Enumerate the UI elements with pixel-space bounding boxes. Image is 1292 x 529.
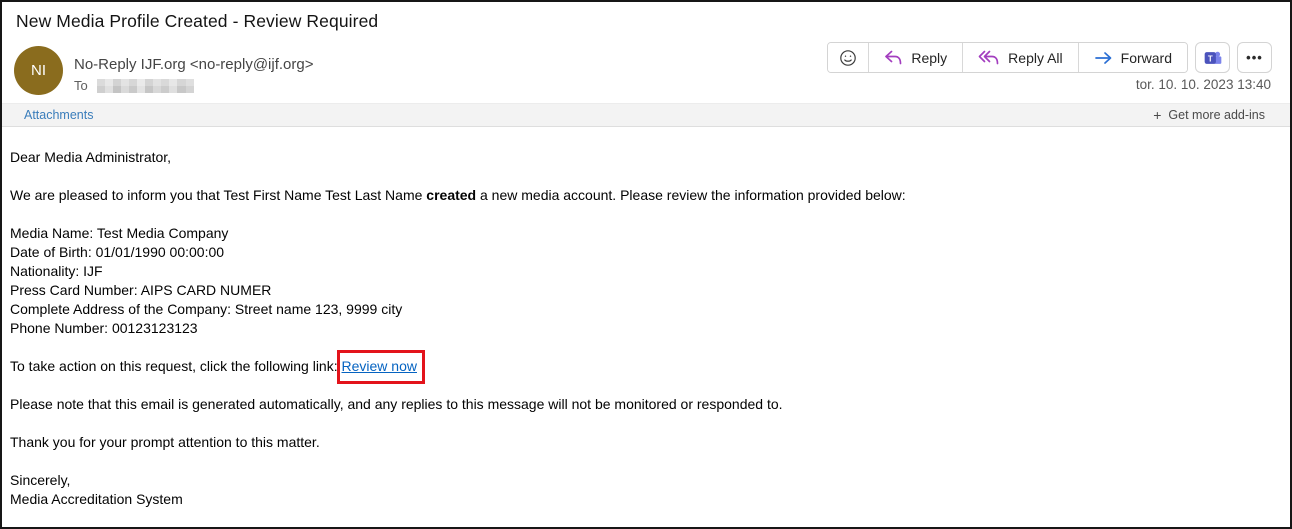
message-body: Dear Media Administrator, We are pleased…: [10, 148, 1270, 509]
detail-press-card: Press Card Number: AIPS CARD NUMER: [10, 281, 1270, 300]
teams-icon: T: [1203, 48, 1223, 68]
attachments-link[interactable]: Attachments: [24, 108, 93, 122]
email-subject: New Media Profile Created - Review Requi…: [16, 11, 378, 32]
reply-all-label: Reply All: [1008, 50, 1062, 66]
detail-date-of-birth: Date of Birth: 01/01/1990 00:00:00: [10, 243, 1270, 262]
detail-address: Complete Address of the Company: Street …: [10, 300, 1270, 319]
intro-line: We are pleased to inform you that Test F…: [10, 186, 1270, 205]
reply-button[interactable]: Reply: [868, 43, 962, 72]
forward-label: Forward: [1121, 50, 1172, 66]
open-in-teams-button[interactable]: T: [1195, 42, 1230, 73]
review-link-annotated: Review now: [342, 357, 417, 376]
intro-bold-word: created: [426, 187, 476, 203]
sender-name[interactable]: No-Reply IJF.org <no-reply@ijf.org>: [74, 56, 314, 73]
smiley-icon: [839, 49, 857, 67]
auto-note-line: Please note that this email is generated…: [10, 395, 1270, 414]
signature-block: Sincerely, Media Accreditation System: [10, 471, 1270, 509]
review-now-link[interactable]: Review now: [342, 358, 417, 374]
reply-all-icon: [978, 50, 1000, 65]
reply-all-button[interactable]: Reply All: [962, 43, 1077, 72]
detail-nationality: Nationality: IJF: [10, 262, 1270, 281]
profile-details-block: Media Name: Test Media Company Date of B…: [10, 224, 1270, 338]
svg-text:T: T: [1207, 54, 1212, 63]
recipient-redacted: [97, 79, 194, 93]
get-more-addins-label: Get more add-ins: [1168, 108, 1265, 122]
received-date: tor. 10. 10. 2023 13:40: [1136, 77, 1271, 92]
intro-text-before: We are pleased to inform you that Test F…: [10, 187, 426, 203]
more-actions-button[interactable]: •••: [1237, 42, 1272, 73]
action-text: To take action on this request, click th…: [10, 358, 342, 374]
recipient-row: To: [74, 78, 194, 93]
reply-button-group: Reply Reply All: [827, 42, 1188, 73]
get-more-addins-button[interactable]: + Get more add-ins: [1153, 107, 1265, 123]
signoff-line: Sincerely,: [10, 471, 1270, 490]
to-label: To: [74, 78, 88, 93]
detail-media-name: Media Name: Test Media Company: [10, 224, 1270, 243]
signature-line: Media Accreditation System: [10, 490, 1270, 509]
sender-avatar[interactable]: NI: [14, 46, 63, 95]
email-reading-pane: New Media Profile Created - Review Requi…: [0, 0, 1292, 529]
thanks-line: Thank you for your prompt attention to t…: [10, 433, 1270, 452]
forward-icon: [1094, 51, 1113, 65]
message-toolbar: Reply Reply All: [827, 42, 1272, 73]
detail-phone: Phone Number: 00123123123: [10, 319, 1270, 338]
greeting-line: Dear Media Administrator,: [10, 148, 1270, 167]
action-line: To take action on this request, click th…: [10, 357, 1270, 376]
ellipsis-icon: •••: [1246, 50, 1263, 65]
reply-label: Reply: [911, 50, 947, 66]
plus-icon: +: [1153, 107, 1161, 123]
reply-icon: [884, 50, 903, 65]
forward-button[interactable]: Forward: [1078, 43, 1187, 72]
reactions-button[interactable]: [828, 43, 868, 72]
attachments-bar: Attachments + Get more add-ins: [2, 103, 1290, 127]
intro-text-after: a new media account. Please review the i…: [476, 187, 906, 203]
